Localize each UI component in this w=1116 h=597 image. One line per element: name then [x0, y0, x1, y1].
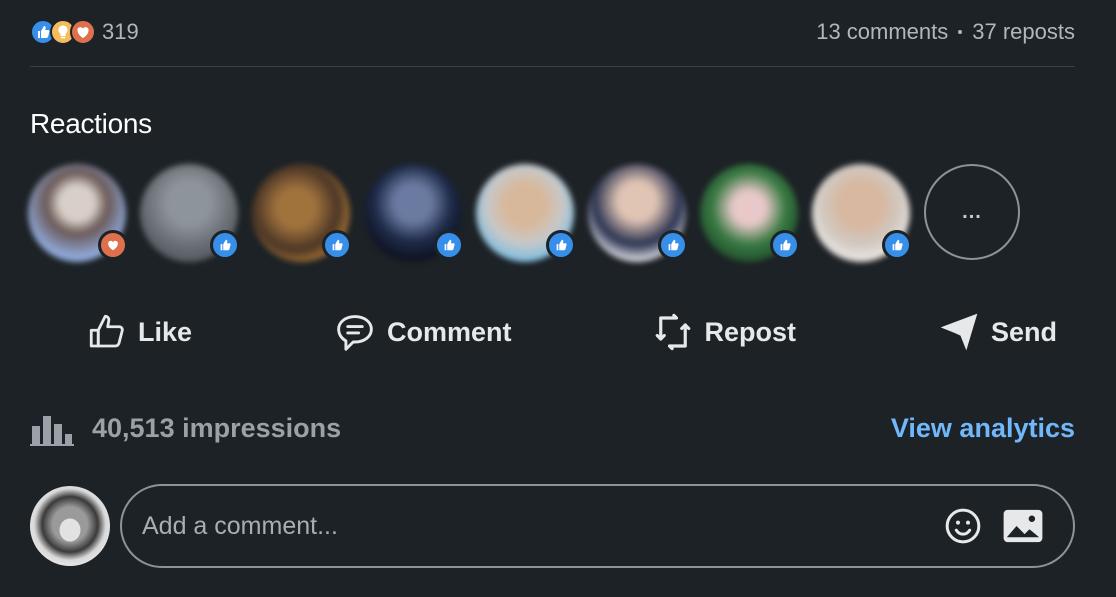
send-icon [940, 313, 978, 351]
reposts-count-link[interactable]: 37 reposts [972, 19, 1075, 45]
reactors-avatar-list: ... [28, 164, 1020, 264]
comments-count-link[interactable]: 13 comments [816, 19, 948, 45]
photo-button[interactable] [993, 496, 1053, 556]
repost-icon [656, 313, 691, 351]
reaction-count[interactable]: 319 [102, 19, 139, 45]
emoji-icon [945, 508, 981, 544]
analytics-row: 40,513 impressions View analytics [30, 406, 1075, 450]
current-user-avatar[interactable] [30, 486, 110, 566]
reactor-avatar[interactable] [700, 164, 800, 262]
comment-box[interactable] [120, 484, 1075, 568]
separator-dot [958, 30, 963, 34]
reactor-avatar[interactable] [140, 164, 240, 262]
comment-input[interactable] [142, 511, 933, 541]
comment-icon [337, 315, 373, 351]
like-icon [546, 230, 576, 260]
like-icon [882, 230, 912, 260]
reaction-summary[interactable]: 319 [30, 19, 139, 45]
repost-label: Repost [704, 316, 796, 347]
love-icon [70, 19, 96, 45]
like-button[interactable]: Like [30, 304, 248, 360]
love-icon [98, 230, 128, 260]
reactions-heading: Reactions [30, 108, 152, 139]
like-icon [770, 230, 800, 260]
reactor-avatar[interactable] [476, 164, 576, 262]
engagement-counts: 13 comments 37 reposts [816, 19, 1075, 45]
reactor-avatar[interactable] [364, 164, 464, 262]
like-label: Like [138, 316, 193, 347]
comment-button[interactable]: Comment [277, 304, 568, 360]
emoji-button[interactable] [933, 496, 993, 556]
thumbs-up-icon [89, 314, 124, 348]
reactor-avatar[interactable] [28, 164, 128, 262]
impressions-summary: 40,513 impressions [30, 410, 341, 446]
comment-composer [30, 484, 1075, 568]
reactor-avatar[interactable] [588, 164, 688, 262]
reactor-avatar[interactable] [812, 164, 912, 262]
send-button[interactable]: Send [881, 304, 1075, 360]
like-icon [322, 230, 352, 260]
like-icon [658, 230, 688, 260]
divider [30, 66, 1075, 67]
like-icon [434, 230, 464, 260]
more-reactors-button[interactable]: ... [924, 164, 1020, 260]
comment-label: Comment [387, 316, 512, 347]
reactor-avatar[interactable] [252, 164, 352, 262]
image-icon [1003, 509, 1043, 543]
view-analytics-link[interactable]: View analytics [891, 413, 1075, 444]
send-label: Send [990, 316, 1057, 347]
repost-button[interactable]: Repost [596, 304, 852, 360]
like-icon [210, 230, 240, 260]
social-counts-row: 319 13 comments 37 reposts [30, 14, 1075, 50]
post-actions-bar: Like Comment Repost Send [30, 304, 1075, 360]
bar-chart-icon [30, 416, 74, 446]
impressions-count: 40,513 impressions [92, 412, 342, 443]
